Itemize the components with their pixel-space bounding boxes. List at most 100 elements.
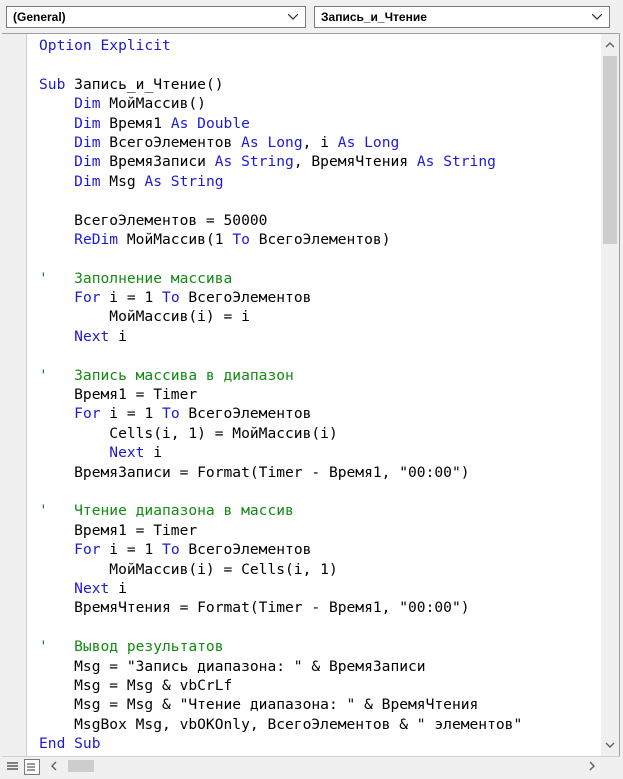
code-token: i (109, 579, 127, 597)
code-line[interactable]: Sub Запись_и_Чтение() (39, 75, 591, 94)
vertical-scrollbar[interactable] (601, 34, 619, 756)
code-keyword: To (162, 405, 180, 423)
code-line[interactable]: Cells(i, 1) = МойМассив(i) (39, 424, 591, 443)
code-comment: ' Заполнение массива (39, 269, 233, 287)
code-token: , i (302, 133, 338, 151)
code-token: i = 1 (100, 405, 163, 423)
code-keyword: As String (144, 172, 224, 190)
horizontal-scroll-thumb[interactable] (68, 760, 94, 772)
code-line[interactable]: Next i (39, 443, 591, 462)
procedure-view-icon[interactable] (6, 759, 20, 773)
code-line[interactable]: ' Вывод результатов (39, 637, 591, 656)
code-token: Время1 (100, 114, 171, 132)
margin-indicator-bar[interactable] (2, 34, 27, 756)
code-keyword: Dim (74, 95, 101, 113)
code-line[interactable] (39, 482, 591, 501)
scroll-down-arrow-icon[interactable] (601, 737, 619, 753)
code-line[interactable]: ВремяЧтения = Format(Timer - Время1, "00… (39, 598, 591, 617)
code-line[interactable]: Msg = Msg & vbCrLf (39, 676, 591, 695)
scroll-up-arrow-icon[interactable] (601, 37, 619, 53)
code-line[interactable] (39, 618, 591, 637)
code-keyword: End Sub (39, 735, 101, 753)
code-line[interactable]: МойМассив(i) = Cells(i, 1) (39, 560, 591, 579)
code-line[interactable]: Время1 = Timer (39, 385, 591, 404)
code-line[interactable]: Dim ВсегоЭлементов As Long, i As Long (39, 133, 591, 152)
code-keyword: As String (416, 153, 496, 171)
code-token: MsgBox Msg, vbOKOnly, ВсегоЭлементов & "… (39, 715, 523, 733)
code-token: МойМассив(i) = Cells(i, 1) (39, 560, 338, 578)
code-line[interactable]: Msg = "Запись диапазона: " & ВремяЗаписи (39, 657, 591, 676)
code-line[interactable]: MsgBox Msg, vbOKOnly, ВсегоЭлементов & "… (39, 715, 591, 734)
code-line[interactable]: МойМассив(i) = i (39, 307, 591, 326)
code-keyword: Next (74, 579, 110, 597)
code-line[interactable]: ' Заполнение массива (39, 269, 591, 288)
chevron-down-icon[interactable] (591, 7, 603, 27)
code-line[interactable]: Время1 = Timer (39, 521, 591, 540)
code-line[interactable]: End Sub (39, 734, 591, 753)
code-line[interactable]: Msg = Msg & "Чтение диапазона: " & Время… (39, 695, 591, 714)
code-line[interactable]: Option Explicit (39, 36, 591, 55)
code-line[interactable]: Next i (39, 579, 591, 598)
code-token: Msg (100, 172, 145, 190)
chevron-down-icon[interactable] (287, 7, 299, 27)
code-text-area[interactable]: Option Explicit Sub Запись_и_Чтение() Di… (39, 36, 591, 756)
horizontal-scrollbar-area (2, 756, 620, 776)
code-token: МойМассив(i) = i (39, 308, 250, 326)
code-token: Msg = Msg & vbCrLf (39, 676, 233, 694)
code-keyword: Dim (74, 172, 101, 190)
code-keyword: For (74, 405, 101, 423)
code-line[interactable]: For i = 1 To ВсегоЭлементов (39, 404, 591, 423)
code-keyword: Sub (39, 75, 75, 93)
code-line[interactable]: Dim ВремяЗаписи As String, ВремяЧтения A… (39, 152, 591, 171)
code-window-toolbar: (General) Запись_и_Чтение (0, 0, 623, 34)
code-token: Время1 = Timer (39, 521, 198, 539)
code-comment: ' Запись массива в диапазон (39, 366, 294, 384)
code-line[interactable]: ' Чтение диапазона в массив (39, 501, 591, 520)
code-line[interactable] (39, 55, 591, 74)
code-keyword: As Long (337, 133, 400, 151)
code-keyword: Next (74, 327, 110, 345)
code-token: Время1 = Timer (39, 386, 198, 404)
code-comment: ' Вывод результатов (39, 638, 224, 656)
object-dropdown[interactable]: (General) (6, 6, 306, 28)
scroll-right-arrow-icon[interactable] (584, 758, 600, 774)
code-comment: ' Чтение диапазона в массив (39, 502, 294, 520)
code-line[interactable]: ' Запись массива в диапазон (39, 366, 591, 385)
procedure-dropdown-value: Запись_и_Чтение (321, 10, 427, 24)
code-token: ВремяЧтения = Format(Timer - Время1, "00… (39, 599, 470, 617)
code-keyword: To (232, 230, 250, 248)
code-line[interactable]: ВсегоЭлементов = 50000 (39, 211, 591, 230)
procedure-dropdown[interactable]: Запись_и_Чтение (314, 6, 610, 28)
code-token: ВремяЗаписи = Format(Timer - Время1, "00… (39, 463, 470, 481)
code-line[interactable]: Dim Время1 As Double (39, 114, 591, 133)
scrollbar-corner (601, 757, 620, 775)
code-token: i (144, 444, 163, 462)
code-keyword: For (74, 541, 101, 559)
code-token: Запись_и_Чтение() (74, 75, 224, 93)
code-line[interactable]: Dim Msg As String (39, 172, 591, 191)
code-line[interactable]: Dim МойМассив() (39, 94, 591, 113)
code-line[interactable]: ВремяЗаписи = Format(Timer - Время1, "00… (39, 463, 591, 482)
code-token: , ВремяЧтения (293, 153, 417, 171)
scroll-left-arrow-icon[interactable] (46, 758, 62, 774)
code-keyword: Dim (74, 133, 101, 151)
code-line[interactable]: Next i (39, 327, 591, 346)
code-line[interactable]: For i = 1 To ВсегоЭлементов (39, 288, 591, 307)
code-token: i = 1 (100, 541, 163, 559)
code-keyword: Next (109, 444, 145, 462)
code-token: ВсегоЭлементов) (249, 230, 391, 248)
code-line[interactable] (39, 249, 591, 268)
code-token: ВсегоЭлементов (100, 133, 242, 151)
full-module-view-icon[interactable] (24, 759, 40, 775)
code-token: МойМассив(1 (118, 230, 233, 248)
code-line[interactable] (39, 346, 591, 365)
code-token: Msg = Msg & "Чтение диапазона: " & Время… (39, 696, 479, 714)
code-line[interactable]: For i = 1 To ВсегоЭлементов (39, 540, 591, 559)
code-line[interactable] (39, 191, 591, 210)
vertical-scroll-thumb[interactable] (603, 56, 617, 244)
code-line[interactable]: ReDim МойМассив(1 To ВсегоЭлементов) (39, 230, 591, 249)
code-keyword: Dim (74, 114, 101, 132)
